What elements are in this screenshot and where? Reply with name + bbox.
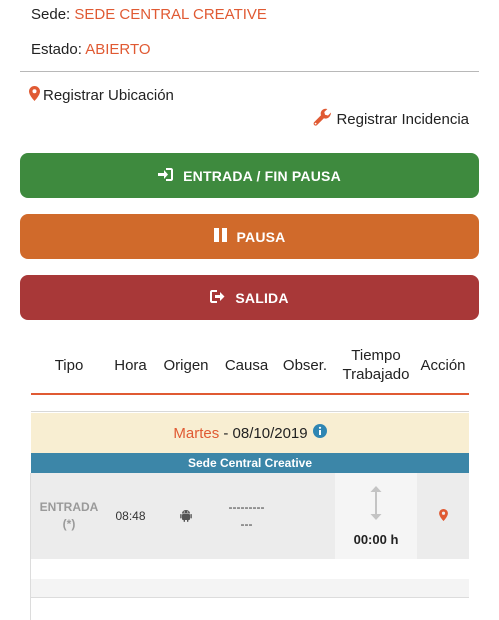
row-causa: --------- --- (218, 473, 275, 559)
row-tipo-note: (*) (62, 517, 76, 531)
entrada-fin-pausa-label: ENTRADA / FIN PAUSA (183, 167, 341, 184)
table-left-border (30, 473, 31, 620)
table-header: Tipo Hora Origen Causa Obser. Tiempo Tra… (31, 337, 469, 395)
map-marker-action-icon[interactable] (438, 508, 448, 524)
row-obser (275, 473, 335, 559)
vertical-arrows-icon (369, 485, 383, 524)
salida-label: SALIDA (235, 289, 289, 306)
header-tiempo-line1: Tiempo (351, 347, 401, 364)
registrar-ubicacion-label: Registrar Ubicación (43, 87, 174, 104)
header-tiempo-trabajado: Tiempo Trabajado (335, 337, 417, 393)
map-marker-icon (29, 86, 40, 105)
registrar-ubicacion-link[interactable]: Registrar Ubicación (29, 86, 174, 105)
divider (20, 71, 479, 72)
header-origen: Origen (163, 356, 209, 374)
table-separator (31, 411, 469, 412)
header-hora: Hora (114, 356, 147, 374)
header-tipo: Tipo (54, 356, 84, 374)
sede-row: Sede Central Creative (31, 453, 469, 473)
entrada-fin-pausa-button[interactable]: ENTRADA / FIN PAUSA (20, 153, 479, 198)
sign-in-icon (158, 167, 174, 184)
pause-icon (213, 228, 227, 245)
header-accion: Acción (420, 356, 466, 374)
info-icon[interactable] (312, 424, 327, 442)
estado-label: Estado: (31, 41, 82, 58)
day-separator: - (219, 424, 233, 442)
row-hora-value: 08:48 (115, 509, 146, 523)
day-name: Martes (173, 424, 220, 442)
sign-out-icon (210, 289, 225, 306)
pausa-label: PAUSA (236, 228, 286, 245)
header-tiempo-line2: Trabajado (342, 366, 410, 383)
wrench-icon (313, 108, 332, 131)
row-origen (154, 473, 218, 559)
row-causa-line2: --- (240, 517, 253, 531)
registrar-incidencia-label: Registrar Incidencia (336, 111, 469, 128)
header-obser: Obser. (282, 356, 328, 374)
row-accion (417, 473, 469, 559)
salida-button[interactable]: SALIDA (20, 275, 479, 320)
pausa-button[interactable]: PAUSA (20, 214, 479, 259)
sede-value: SEDE CENTRAL CREATIVE (74, 6, 267, 23)
sede-row-label: Sede Central Creative (187, 456, 313, 470)
estado-value: ABIERTO (85, 41, 151, 58)
row-hora: 08:48 (107, 473, 154, 559)
table-bottom-border (31, 597, 469, 598)
empty-row-stripe (31, 579, 469, 597)
day-row: Martes - 08/10/2019 (31, 413, 469, 453)
row-tiempo: 00:00 h (335, 473, 417, 559)
header-causa: Causa (224, 356, 269, 374)
registrar-incidencia-link[interactable]: Registrar Incidencia (313, 108, 469, 131)
sede-line: Sede: SEDE CENTRAL CREATIVE (31, 6, 267, 23)
day-text: Martes - 08/10/2019 (173, 425, 307, 442)
table-row: ENTRADA (*) 08:48 --------- --- 00:00 h (31, 473, 469, 559)
row-causa-line1: --------- (228, 500, 265, 514)
row-tiempo-value: 00:00 h (353, 532, 399, 547)
estado-line: Estado: ABIERTO (31, 41, 151, 58)
day-date: 08/10/2019 (232, 424, 308, 442)
row-tipo: ENTRADA (*) (31, 473, 107, 559)
sede-label: Sede: (31, 6, 71, 23)
row-tipo-value: ENTRADA (39, 500, 99, 514)
empty-row (31, 559, 469, 579)
android-icon (178, 507, 194, 526)
